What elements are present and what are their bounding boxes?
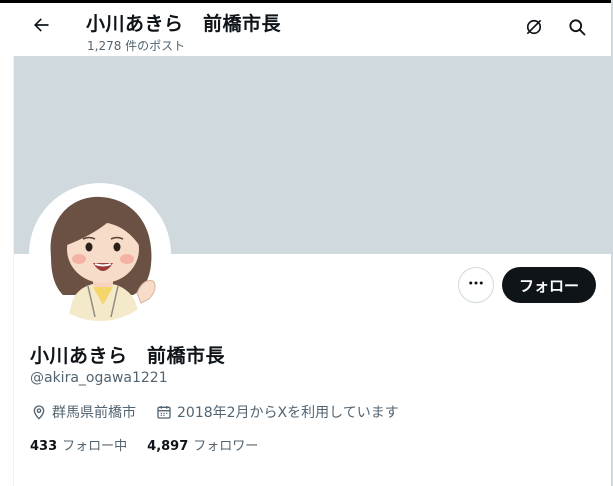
profile-header: 小川あきら 前橋市長 1,278 件のポスト — [14, 3, 611, 56]
location-pin-icon — [31, 404, 47, 420]
user-handle: @akira_ogawa1221 — [30, 370, 168, 386]
joined-text: 2018年2月からXを利用しています — [177, 405, 399, 421]
followers-count: 4,897 — [147, 439, 189, 454]
search-icon — [567, 17, 587, 41]
avatar[interactable] — [33, 187, 167, 321]
followers-link[interactable]: 4,897 フォロワー — [147, 435, 258, 454]
search-button[interactable] — [565, 17, 589, 41]
follow-stats: 433 フォロー中 4,897 フォロワー — [30, 435, 278, 454]
calendar-icon — [156, 404, 172, 420]
location-item: 群馬県前橋市 — [31, 402, 136, 422]
more-icon — [467, 274, 485, 296]
display-name: 小川あきら 前橋市長 — [30, 345, 226, 367]
follow-button[interactable]: フォロー — [502, 267, 596, 303]
post-count: 1,278 件のポスト — [87, 39, 186, 53]
followers-label: フォロワー — [193, 439, 259, 454]
back-arrow-icon — [31, 15, 51, 39]
following-link[interactable]: 433 フォロー中 — [30, 435, 127, 454]
following-label: フォロー中 — [62, 439, 128, 454]
more-options-button[interactable] — [458, 267, 494, 303]
grok-icon — [524, 17, 544, 41]
header-title: 小川あきら 前橋市長 — [86, 13, 282, 35]
grok-button[interactable] — [522, 17, 546, 41]
joined-date-item: 2018年2月からXを利用しています — [156, 402, 399, 422]
location-text: 群馬県前橋市 — [52, 405, 136, 421]
back-button[interactable] — [27, 13, 55, 41]
following-count: 433 — [30, 439, 58, 454]
